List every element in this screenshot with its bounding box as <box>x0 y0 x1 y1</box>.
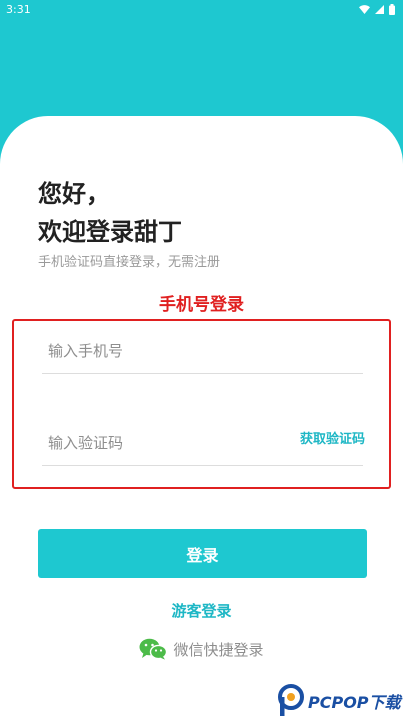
welcome-title: 欢迎登录甜丁 <box>38 218 182 246</box>
wechat-icon <box>139 638 168 660</box>
pcpop-logo-icon <box>278 684 304 716</box>
signal-icon <box>375 4 384 14</box>
guest-login-label: 游客登录 <box>171 602 232 620</box>
status-time: 3:31 <box>6 2 31 16</box>
phone-input[interactable] <box>48 339 288 363</box>
status-icons <box>359 3 395 15</box>
code-field: 获取验证码 <box>42 416 365 466</box>
wechat-login-label: 微信快捷登录 <box>173 640 264 659</box>
annotation-label: 手机号登录 <box>159 295 244 315</box>
verification-code-input[interactable] <box>48 431 288 455</box>
watermark-text: PCPOP下载 <box>308 693 401 712</box>
greeting-title: 您好， <box>38 180 110 208</box>
phone-field <box>42 324 363 374</box>
login-subtitle: 手机验证码直接登录，无需注册 <box>38 255 221 270</box>
wifi-icon <box>359 4 370 14</box>
wechat-login-link[interactable]: 微信快捷登录 <box>0 638 403 660</box>
guest-login-link[interactable]: 游客登录 <box>0 600 403 621</box>
status-bar: 3:31 <box>0 0 403 18</box>
get-code-button[interactable]: 获取验证码 <box>300 428 365 447</box>
login-button[interactable]: 登录 <box>38 529 367 578</box>
battery-icon <box>389 3 395 15</box>
watermark: PCPOP下载 <box>278 682 401 720</box>
